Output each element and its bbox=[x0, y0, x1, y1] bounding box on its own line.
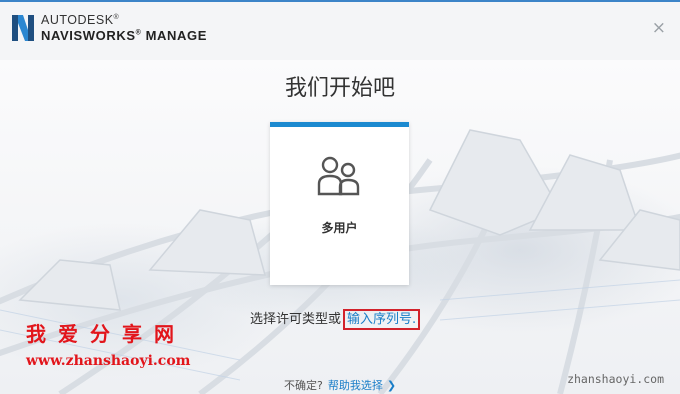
product-name: NAVISWORKS bbox=[41, 27, 136, 43]
license-choice-text: 选择许可类型或 输入序列号. bbox=[250, 308, 421, 330]
help-me-choose-link[interactable]: 帮助我选择 bbox=[328, 379, 383, 392]
enter-serial-link[interactable]: 输入序列号. bbox=[343, 309, 421, 330]
page-title: 我们开始吧 bbox=[284, 76, 395, 101]
close-icon[interactable]: × bbox=[652, 20, 666, 37]
chevron-right-icon: ❯ bbox=[386, 379, 397, 392]
unsure-text: 不确定? bbox=[284, 379, 323, 392]
users-icon bbox=[317, 156, 360, 196]
navisworks-n-icon bbox=[12, 14, 34, 41]
watermark-url-left: www.zhanshaoyi.com bbox=[26, 353, 191, 369]
brand-name: AUTODESK bbox=[41, 13, 114, 28]
watermark-url-right: zhanshaoyi.com bbox=[567, 372, 664, 386]
card-label: 多用户 bbox=[321, 221, 358, 235]
window-top-accent bbox=[0, 0, 680, 2]
choose-prompt: 选择许可类型或 bbox=[250, 312, 342, 327]
watermark-title: 我爱分享网 bbox=[26, 322, 186, 346]
license-option-multi-user[interactable]: 多用户 bbox=[270, 122, 409, 285]
autodesk-logo: AUTODESK® NAVISWORKS® MANAGE bbox=[12, 14, 207, 42]
help-choose-row: 不确定? 帮助我选择 ❯ bbox=[284, 377, 396, 393]
